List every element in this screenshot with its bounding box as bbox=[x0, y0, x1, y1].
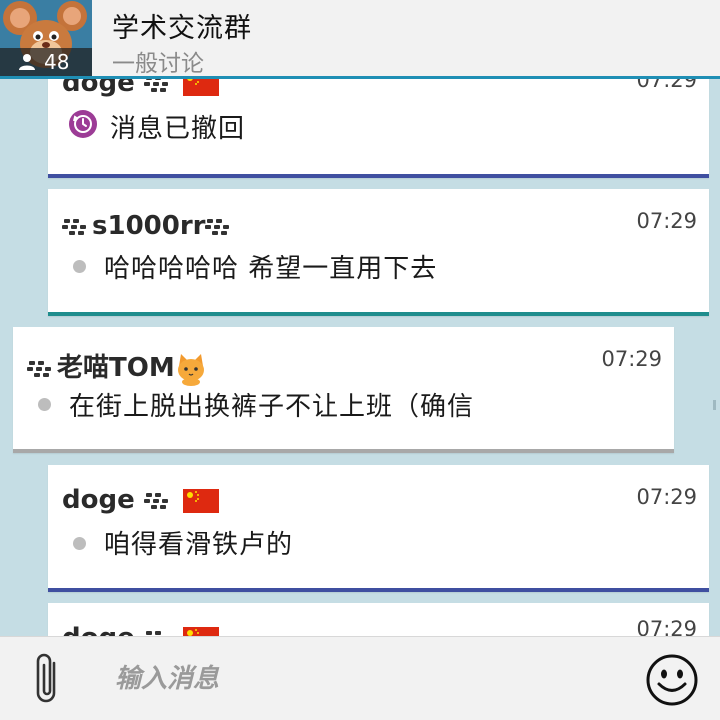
message-input-bar bbox=[0, 636, 720, 720]
group-subtitle: 一般讨论 bbox=[112, 51, 204, 77]
sender-name: 老喵TOM bbox=[57, 353, 175, 383]
paperclip-icon[interactable] bbox=[30, 649, 66, 709]
blackberry-icon bbox=[205, 218, 230, 235]
delivery-status-dot bbox=[73, 260, 86, 273]
message-card[interactable]: 老喵TOM 07:29 在街上脱出换裤子不让上班（确信 bbox=[13, 327, 674, 453]
group-avatar[interactable]: 48 bbox=[0, 0, 92, 76]
message-card[interactable]: s1000rr 07:29 哈哈哈哈哈 希望一直用下去 bbox=[48, 189, 709, 316]
message-text: 哈哈哈哈哈 希望一直用下去 bbox=[104, 254, 438, 284]
chat-screen: 48 学术交流群 一般讨论 doge 07:29 消息已撤回 s1000rr 0… bbox=[0, 0, 720, 720]
message-sender-row: s1000rr bbox=[62, 211, 235, 241]
member-count-badge: 48 bbox=[0, 48, 92, 76]
message-text: 在街上脱出换裤子不让上班（确信 bbox=[69, 392, 475, 422]
cat-emoji-icon bbox=[177, 353, 204, 386]
message-text: 消息已撤回 bbox=[110, 114, 246, 144]
message-divider bbox=[48, 588, 709, 592]
sender-name: s1000rr bbox=[92, 211, 206, 241]
china-flag-icon bbox=[182, 488, 219, 513]
delivery-status-dot bbox=[38, 398, 51, 411]
message-text: 咱得看滑铁卢的 bbox=[104, 530, 294, 560]
sender-name: doge bbox=[62, 485, 135, 515]
group-name: 学术交流群 bbox=[112, 13, 252, 44]
recall-clock-icon bbox=[69, 110, 97, 138]
message-sender-row: doge bbox=[62, 485, 219, 515]
smiley-icon[interactable] bbox=[645, 653, 699, 707]
person-icon bbox=[19, 54, 35, 70]
message-sender-row: 老喵TOM bbox=[27, 347, 207, 386]
blackberry-icon bbox=[27, 360, 51, 377]
message-divider bbox=[13, 449, 674, 453]
chat-header[interactable]: 48 学术交流群 一般讨论 bbox=[0, 0, 720, 79]
message-card[interactable]: doge 07:29 咱得看滑铁卢的 bbox=[48, 465, 709, 592]
message-time: 07:29 bbox=[636, 485, 697, 509]
delivery-status-dot bbox=[73, 537, 86, 550]
message-time: 07:29 bbox=[636, 209, 697, 233]
blackberry-icon bbox=[143, 492, 168, 509]
message-input[interactable] bbox=[115, 659, 595, 699]
member-count: 48 bbox=[44, 50, 70, 74]
message-divider bbox=[48, 312, 709, 316]
message-divider bbox=[48, 174, 709, 178]
message-time: 07:29 bbox=[601, 347, 662, 371]
scrollbar-indicator[interactable] bbox=[713, 400, 716, 410]
blackberry-icon bbox=[62, 218, 86, 235]
